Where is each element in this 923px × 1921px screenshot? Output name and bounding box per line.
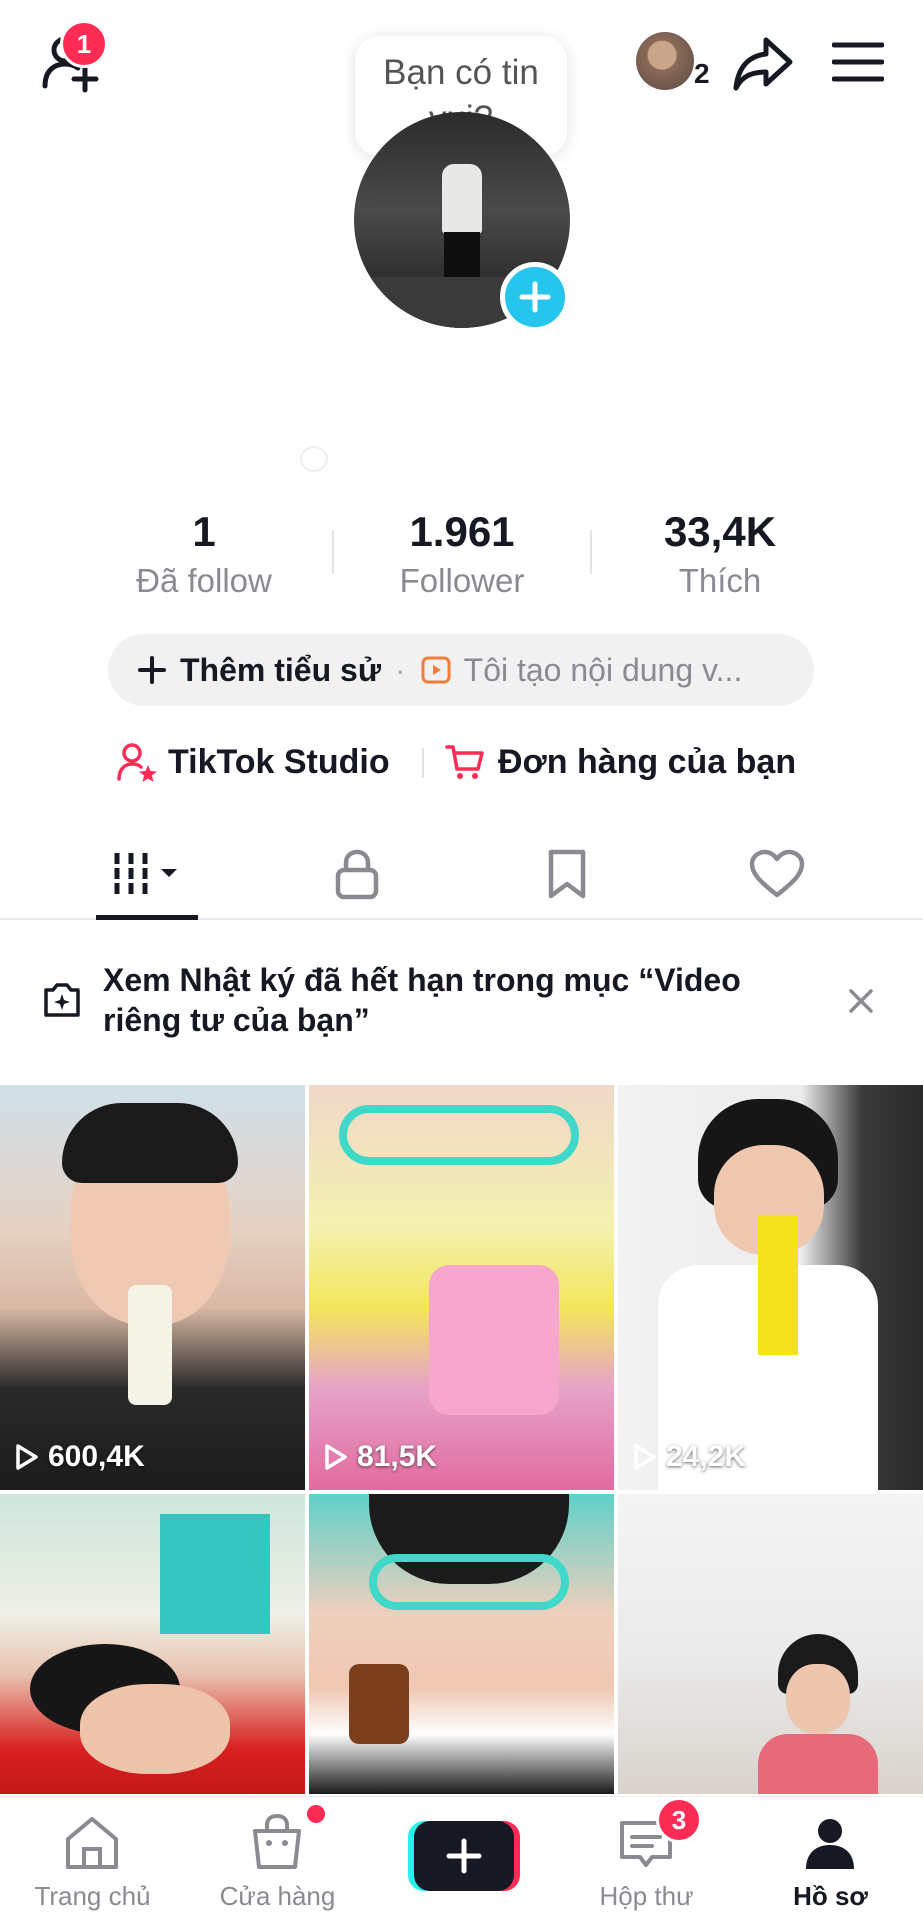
nav-inbox-label: Hộp thư: [599, 1881, 694, 1911]
shop-notification-dot: [307, 1805, 325, 1823]
sparkle-camera-icon: [44, 983, 80, 1017]
play-icon: [325, 1444, 347, 1470]
following-stat[interactable]: 1 Đã follow: [104, 508, 304, 600]
viewer-avatar: [636, 32, 694, 90]
likes-stat[interactable]: 33,4K Thích: [620, 508, 820, 600]
avatar-figure: [442, 164, 482, 234]
following-label: Đã follow: [136, 562, 272, 599]
tiktok-studio-link[interactable]: TikTok Studio: [116, 738, 390, 786]
menu-button[interactable]: [826, 32, 890, 92]
stat-divider: [332, 530, 334, 574]
bottom-navigation: Trang chủ Cửa hàng 3 Hộp thư Hồ sơ: [0, 1796, 923, 1921]
followers-label: Follower: [399, 562, 525, 599]
tab-videos[interactable]: [42, 830, 252, 920]
play-icon: [16, 1444, 38, 1470]
nav-inbox[interactable]: 3 Hộp thư: [554, 1797, 739, 1921]
thumb-face: [80, 1684, 230, 1774]
profile-stats: 1 Đã follow 1.961 Follower 33,4K Thích: [0, 508, 923, 608]
thumb-hair: [62, 1103, 238, 1183]
inbox-badge: 3: [656, 1797, 702, 1843]
thumb-prop: [349, 1664, 409, 1744]
tab-saved[interactable]: [462, 830, 672, 918]
notice-line1: Xem Nhật ký đã hết hạn trong mục “Video: [103, 962, 741, 998]
plus-icon: [519, 281, 551, 313]
orders-link[interactable]: Đơn hàng của bạn: [444, 738, 796, 786]
thumb-prop: [758, 1215, 798, 1355]
active-tab-indicator: [96, 915, 198, 920]
nav-home[interactable]: Trang chủ: [0, 1797, 185, 1921]
heart-icon: [749, 849, 805, 898]
archive-notice[interactable]: Xem Nhật ký đã hết hạn trong mục “Video …: [0, 946, 923, 1056]
share-icon: [733, 37, 793, 91]
bio-pill[interactable]: Thêm tiểu sử · Tôi tạo nội dung v...: [108, 634, 814, 706]
nav-profile-label: Hồ sơ: [793, 1881, 868, 1911]
view-count-text: 24,2K: [666, 1440, 747, 1473]
video-thumbnail[interactable]: [618, 1494, 923, 1794]
viewers-count: 2: [694, 58, 710, 89]
links-divider: [422, 748, 424, 778]
view-count: 24,2K: [632, 1440, 746, 1474]
close-icon[interactable]: [846, 986, 876, 1016]
nav-shop[interactable]: Cửa hàng: [185, 1797, 370, 1921]
nav-shop-label: Cửa hàng: [219, 1881, 336, 1911]
thumb-prop: [429, 1265, 559, 1415]
profile-icon: [806, 1819, 854, 1869]
creator-text[interactable]: Tôi tạo nội dung v...: [464, 652, 743, 689]
bookmark-icon: [548, 849, 586, 899]
view-count-text: 81,5K: [357, 1440, 438, 1473]
user-star-icon: [117, 743, 157, 782]
notice-line2: riêng tư của bạn”: [103, 1002, 370, 1038]
likes-count: 33,4K: [663, 508, 777, 555]
view-count: 600,4K: [14, 1440, 145, 1474]
plus-icon: [138, 656, 166, 684]
video-thumbnail[interactable]: [0, 1494, 305, 1794]
add-story-button[interactable]: [500, 262, 570, 332]
following-count: 1: [192, 508, 216, 555]
play-icon: [634, 1444, 656, 1470]
nav-home-label: Trang chủ: [34, 1881, 151, 1911]
view-count-text: 600,4K: [48, 1440, 145, 1473]
profile-links: TikTok Studio Đơn hàng của bạn: [0, 738, 923, 786]
cart-icon: [445, 745, 484, 779]
thumb-glasses: [339, 1105, 579, 1165]
add-bio-label[interactable]: Thêm tiểu sử: [180, 652, 381, 689]
separator-dot: ·: [394, 651, 406, 688]
video-thumbnail[interactable]: 81,5K: [309, 1085, 614, 1490]
follow-requests-badge: 1: [60, 20, 108, 68]
video-thumbnail[interactable]: [309, 1494, 614, 1794]
home-icon: [66, 1817, 118, 1869]
thumb-shirt: [758, 1734, 878, 1794]
nav-create[interactable]: [369, 1797, 554, 1921]
video-thumbnail[interactable]: 600,4K: [0, 1085, 305, 1490]
followers-count: 1.961: [409, 508, 515, 555]
thumb-face: [786, 1664, 850, 1734]
hamburger-menu-icon: [832, 42, 884, 82]
video-icon: [421, 656, 451, 684]
shopping-bag-icon: [253, 1813, 301, 1869]
lock-icon: [335, 849, 379, 900]
plus-icon: [446, 1838, 482, 1874]
profile-tabs: [0, 830, 923, 920]
tab-private[interactable]: [252, 830, 462, 918]
thumb-prop: [128, 1285, 172, 1405]
stat-divider: [590, 530, 592, 574]
tab-liked[interactable]: [672, 830, 882, 918]
nav-profile[interactable]: Hồ sơ: [738, 1797, 923, 1921]
share-profile-button[interactable]: [728, 30, 798, 96]
profile-viewers-button[interactable]: 2: [634, 28, 714, 96]
view-count: 81,5K: [323, 1440, 437, 1474]
likes-label: Thích: [678, 562, 762, 599]
username-placeholder: [300, 446, 328, 472]
orders-label: Đơn hàng của bạn: [498, 742, 797, 781]
add-friends-button[interactable]: 1: [30, 20, 110, 96]
followers-stat[interactable]: 1.961 Follower: [362, 508, 562, 600]
tiktok-studio-label: TikTok Studio: [168, 742, 390, 781]
grid-icon: [114, 853, 177, 895]
video-thumbnail[interactable]: 24,2K: [618, 1085, 923, 1490]
thumb-glasses: [369, 1554, 569, 1610]
thumb-poster: [160, 1514, 270, 1634]
create-button: [414, 1821, 514, 1891]
